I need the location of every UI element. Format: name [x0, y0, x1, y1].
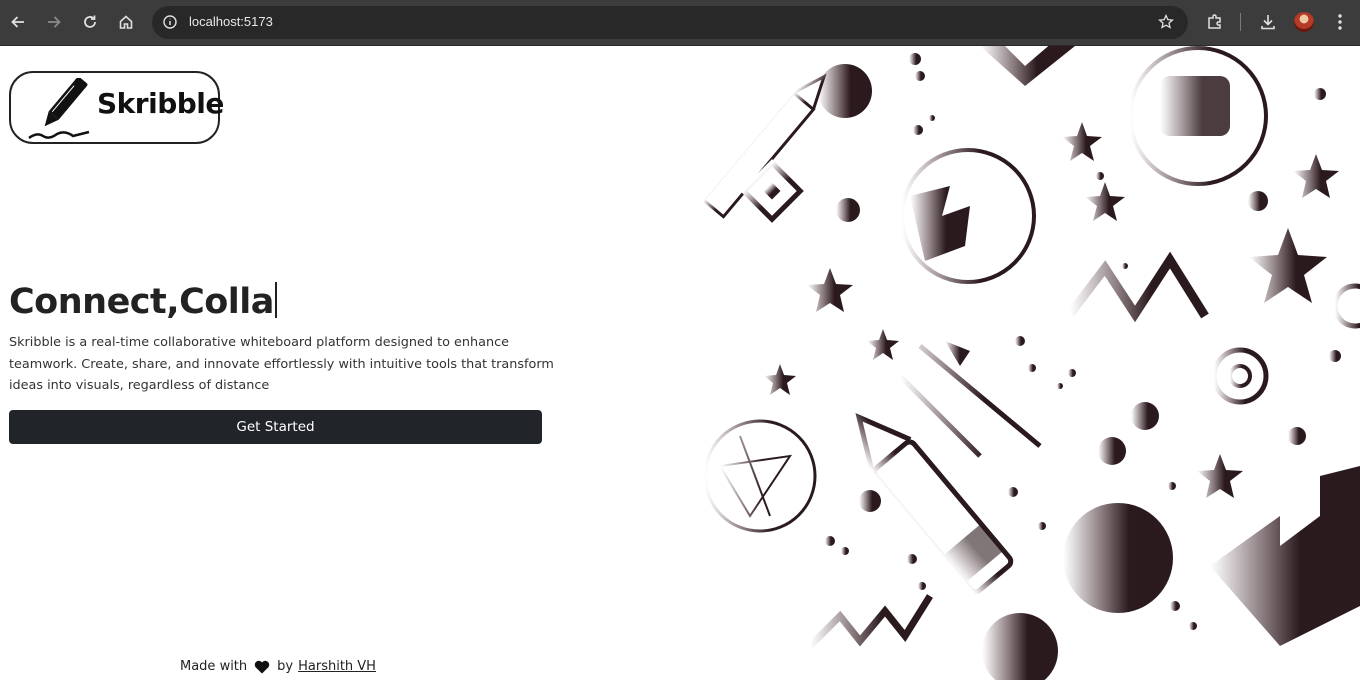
- back-icon[interactable]: [5, 9, 31, 35]
- browser-toolbar: localhost:5173: [0, 0, 1360, 46]
- bookmark-star-icon[interactable]: [1158, 13, 1174, 34]
- home-icon[interactable]: [113, 9, 139, 35]
- footer-prefix: Made with: [180, 659, 248, 674]
- hero-headline: Connect,Colla: [9, 282, 277, 322]
- menu-icon[interactable]: [1328, 10, 1352, 34]
- toolbar-separator: [1240, 13, 1241, 31]
- get-started-button[interactable]: Get Started: [9, 410, 542, 444]
- extensions-icon[interactable]: [1203, 10, 1227, 34]
- pencil-icon: [23, 76, 93, 146]
- hero-description: Skribble is a real-time collaborative wh…: [9, 335, 554, 393]
- hero-headline-text: Connect,Colla: [9, 282, 274, 322]
- download-icon[interactable]: [1256, 10, 1280, 34]
- profile-avatar[interactable]: [1294, 12, 1314, 32]
- doodle-illustration: [680, 46, 1360, 680]
- site-info-icon[interactable]: [162, 14, 178, 30]
- logo-text: Skribble: [97, 87, 224, 120]
- author-link[interactable]: Harshith VH: [298, 659, 376, 674]
- logo[interactable]: Skribble: [9, 71, 224, 146]
- url-text[interactable]: localhost:5173: [189, 14, 273, 29]
- heart-icon: [254, 660, 270, 674]
- footer-by: by: [277, 659, 294, 674]
- address-bar[interactable]: localhost:5173: [152, 6, 1188, 39]
- forward-icon[interactable]: [41, 9, 67, 35]
- reload-icon[interactable]: [77, 9, 103, 35]
- footer: Made with by Harshith VH: [180, 659, 376, 674]
- typing-caret: [274, 282, 277, 318]
